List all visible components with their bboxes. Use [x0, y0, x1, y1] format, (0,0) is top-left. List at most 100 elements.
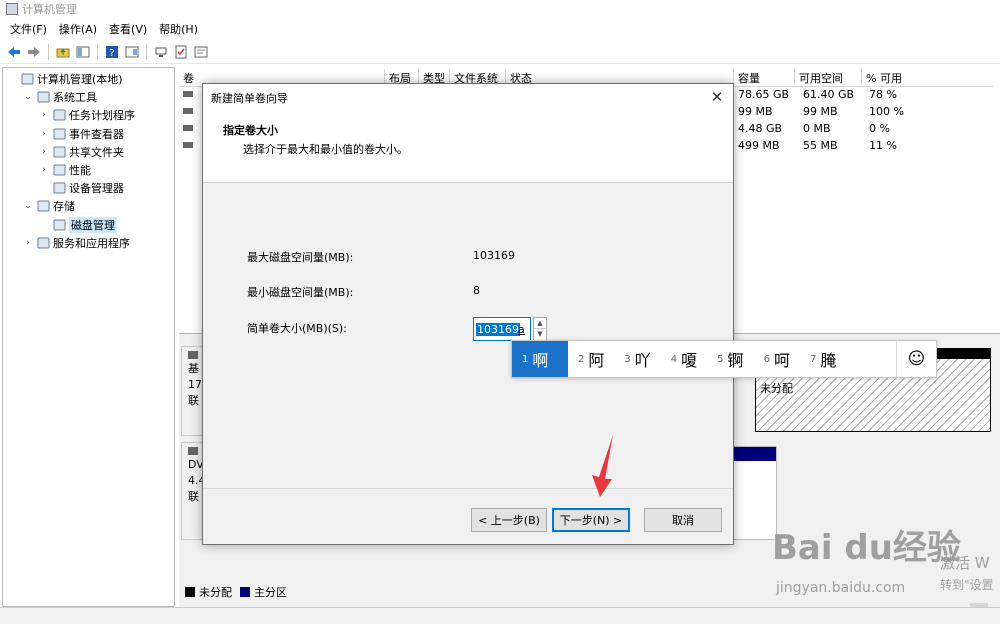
- legend: 未分配 主分区: [185, 584, 287, 600]
- chevron-down-icon[interactable]: ⌄: [23, 201, 33, 211]
- dvd-partition[interactable]: [733, 446, 777, 540]
- primary-partition-bar: [734, 447, 776, 461]
- candidate-number: 6: [763, 353, 770, 365]
- volume-size-input[interactable]: 103169 a: [473, 317, 531, 341]
- chevron-down-icon[interactable]: ⌄: [23, 92, 33, 102]
- ime-candidate[interactable]: 6呵: [754, 341, 800, 377]
- toolbar-separator: [146, 43, 147, 60]
- col-capacity[interactable]: 容量: [734, 69, 795, 86]
- menu-bar: 文件(F) 操作(A) 查看(V) 帮助(H): [0, 18, 1000, 40]
- show-hide-tree-icon[interactable]: [75, 44, 91, 60]
- chevron-right-icon[interactable]: ›: [39, 110, 49, 120]
- tree-item-label: 计算机管理(本地): [37, 73, 123, 87]
- tree-item-label: 服务和应用程序: [53, 236, 130, 250]
- tree-item[interactable]: 计算机管理(本地): [3, 70, 174, 88]
- ime-composition-text: a: [518, 323, 525, 336]
- candidate-number: 2: [578, 353, 585, 365]
- menu-view[interactable]: 查看(V): [103, 21, 153, 37]
- tree-item[interactable]: 设备管理器: [3, 179, 174, 197]
- candidate-char: 阿: [588, 351, 605, 370]
- candidate-char: 吖: [634, 351, 651, 370]
- cell-free: 0 MB: [803, 122, 831, 135]
- volume-size-value: 103169: [476, 323, 520, 336]
- chevron-down-icon[interactable]: ▼: [534, 329, 546, 340]
- toolbar-separator: [97, 43, 98, 60]
- tree-item-label: 设备管理器: [69, 182, 124, 196]
- dialog-subheading: 选择介于最大和最小值的卷大小。: [243, 143, 408, 156]
- dialog-titlebar: 新建简单卷向导 ✕: [203, 84, 733, 112]
- emoji-icon[interactable]: ☺: [896, 341, 936, 377]
- back-arrow-icon[interactable]: [6, 44, 22, 60]
- help-icon[interactable]: ?: [104, 44, 120, 60]
- tree-item[interactable]: › 共享文件夹: [3, 143, 174, 161]
- menu-help[interactable]: 帮助(H): [153, 21, 204, 37]
- tree-item[interactable]: ⌄ 存储: [3, 197, 174, 215]
- cell-capacity: 499 MB: [738, 139, 780, 152]
- chevron-up-icon[interactable]: ▲: [534, 318, 546, 329]
- folder-up-icon[interactable]: [55, 44, 71, 60]
- checklist-icon[interactable]: [173, 44, 189, 60]
- ime-candidate[interactable]: 5锕: [707, 341, 753, 377]
- ime-candidate[interactable]: 1啊: [512, 341, 568, 377]
- next-button[interactable]: 下一步(N) >: [552, 508, 630, 532]
- candidate-number: 7: [809, 353, 817, 365]
- device-manager-icon: [52, 181, 66, 195]
- back-button[interactable]: < 上一步(B): [471, 508, 547, 532]
- ime-candidate-bar: 1 啊 2 阿 3 吖 4 嗄 5 锕 6 呵 7 腌 ☺: [511, 340, 937, 378]
- col-percent-free[interactable]: % 可用: [862, 69, 918, 86]
- clock-icon: [52, 108, 66, 122]
- legend-label: 主分区: [254, 586, 287, 599]
- disk-icon: [188, 351, 198, 359]
- cell-pct: 78 %: [869, 88, 897, 101]
- shared-folder-icon: [52, 145, 66, 159]
- console-icon[interactable]: [193, 44, 209, 60]
- tree-item[interactable]: ⌄ 系统工具: [3, 88, 174, 106]
- tree-item[interactable]: 磁盘管理: [3, 216, 174, 234]
- candidate-char: 嗄: [681, 351, 698, 370]
- cell-pct: 11 %: [869, 139, 897, 152]
- tree-item[interactable]: › 服务和应用程序: [3, 234, 174, 252]
- cell-free: 99 MB: [803, 105, 838, 118]
- drive-icon: [183, 142, 193, 148]
- close-icon[interactable]: ✕: [709, 89, 725, 105]
- menu-action[interactable]: 操作(A): [53, 21, 103, 37]
- cell-pct: 100 %: [869, 105, 904, 118]
- tree-item-label: 系统工具: [53, 91, 97, 105]
- tree-item-label: 共享文件夹: [69, 145, 124, 159]
- volume-size-stepper[interactable]: ▲ ▼: [533, 317, 547, 341]
- chevron-right-icon[interactable]: ›: [23, 238, 33, 248]
- red-arrow-annotation: [592, 435, 613, 497]
- cell-capacity: 78.65 GB: [738, 88, 790, 101]
- tree-item-label: 事件查看器: [69, 127, 124, 141]
- tools-icon: [36, 90, 50, 104]
- footer-divider: [203, 488, 733, 489]
- window-title: 计算机管理: [22, 3, 77, 16]
- tree-item[interactable]: › 任务计划程序: [3, 106, 174, 124]
- properties-icon[interactable]: [124, 44, 140, 60]
- cancel-button[interactable]: 取消: [644, 508, 722, 532]
- connect-icon[interactable]: [153, 44, 169, 60]
- cdrom-icon: [188, 447, 198, 455]
- volume-size-label: 简单卷大小(MB)(S):: [247, 322, 347, 335]
- ime-candidate[interactable]: 7腌: [800, 341, 846, 377]
- ime-candidate[interactable]: 3吖: [614, 341, 660, 377]
- cell-capacity: 4.48 GB: [738, 122, 783, 135]
- ime-candidate[interactable]: 2阿: [568, 341, 614, 377]
- menu-file[interactable]: 文件(F): [4, 21, 53, 37]
- col-free-space[interactable]: 可用空间: [795, 69, 862, 86]
- forward-arrow-icon[interactable]: [26, 44, 42, 60]
- tree-item[interactable]: › 事件查看器: [3, 125, 174, 143]
- ime-candidate[interactable]: 4嗄: [661, 341, 707, 377]
- svg-text:?: ?: [109, 48, 114, 59]
- chevron-right-icon[interactable]: ›: [39, 147, 49, 157]
- new-simple-volume-wizard: 新建简单卷向导 ✕ 指定卷大小 选择介于最大和最小值的卷大小。 最大磁盘空间量(…: [202, 83, 734, 545]
- cell-capacity: 99 MB: [738, 105, 773, 118]
- chevron-right-icon[interactable]: ›: [39, 165, 49, 175]
- tree-item[interactable]: › 性能: [3, 161, 174, 179]
- candidate-char: 锕: [727, 351, 744, 370]
- chevron-right-icon[interactable]: ›: [39, 129, 49, 139]
- storage-icon: [36, 199, 50, 213]
- legend-swatch-primary: [240, 587, 250, 597]
- watermark-url: jingyan.baidu.com: [776, 580, 906, 596]
- max-size-value: 103169: [473, 249, 515, 262]
